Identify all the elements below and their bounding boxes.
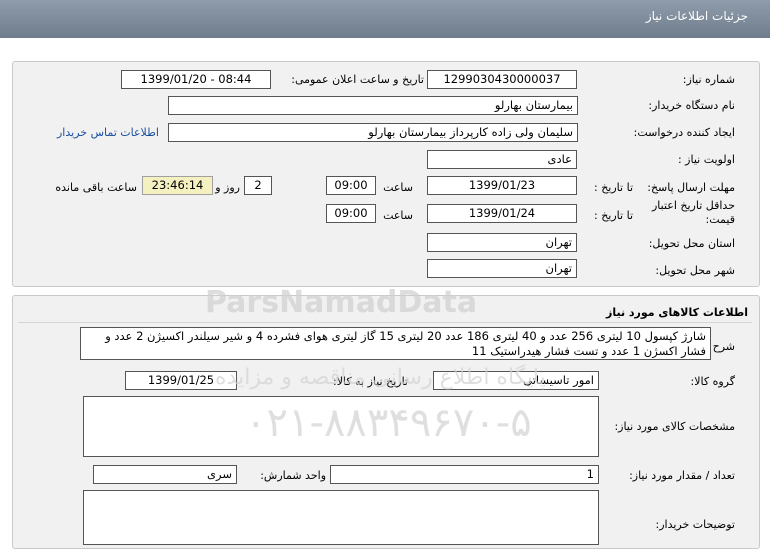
- need-date-label: تاریخ نیاز به کالا:: [333, 375, 408, 388]
- remaining-time-label: ساعت باقی مانده: [55, 181, 137, 194]
- deadline-date-field: 1399/01/23: [427, 176, 577, 195]
- validity-time-label: ساعت: [383, 209, 413, 222]
- announce-datetime-field: 1399/01/20 - 08:44: [121, 70, 271, 89]
- unit-field: سری: [93, 465, 237, 484]
- delivery-city-field: تهران: [427, 259, 577, 278]
- delivery-city-label: شهر محل تحویل:: [655, 264, 735, 277]
- need-number-label: شماره نیاز:: [682, 73, 735, 86]
- quantity-label: تعداد / مقدار مورد نیاز:: [629, 469, 735, 482]
- unit-label: واحد شمارش:: [260, 469, 326, 482]
- goods-group-label: گروه کالا:: [690, 375, 735, 388]
- quantity-field: 1: [330, 465, 599, 484]
- request-creator-label: ایجاد کننده درخواست:: [633, 126, 735, 139]
- validity-date-field: 1399/01/24: [427, 204, 577, 223]
- page-title: جزئیات اطلاعات نیاز: [645, 9, 748, 23]
- delivery-province-field: تهران: [427, 233, 577, 252]
- deadline-time-label: ساعت: [383, 181, 413, 194]
- buyer-org-field: بیمارستان بهارلو: [168, 96, 578, 115]
- deadline-to-date-label: تا تاریخ :: [594, 181, 633, 194]
- price-validity-label: حداقل تاریخ اعتبار قیمت:: [651, 199, 735, 226]
- need-info-panel: [12, 61, 760, 287]
- priority-field: عادی: [427, 150, 577, 169]
- goods-group-field: امور تاسیساتی: [433, 371, 599, 390]
- buyer-org-label: نام دستگاه خریدار:: [648, 99, 735, 112]
- section-divider: [18, 322, 752, 323]
- validity-time-field: 09:00: [326, 204, 376, 223]
- need-summary-field: شارژ کپسول 10 لیتری 256 عدد و 40 لیتری 1…: [80, 327, 711, 360]
- priority-label: اولویت نیاز :: [677, 153, 735, 166]
- buyer-notes-field: [83, 490, 599, 545]
- response-deadline-label: مهلت ارسال پاسخ:: [647, 181, 735, 194]
- goods-specs-label: مشخصات کالای مورد نیاز:: [614, 420, 735, 433]
- days-and-label: روز و: [215, 181, 240, 194]
- page-header: جزئیات اطلاعات نیاز: [0, 0, 770, 38]
- goods-section-title: اطلاعات کالاهای مورد نیاز: [606, 306, 748, 319]
- need-date-field: 1399/01/25: [125, 371, 237, 390]
- buyer-notes-label: توضیحات خریدار:: [655, 518, 736, 531]
- request-creator-field: سلیمان ولی زاده کارپرداز بیمارستان بهارل…: [168, 123, 578, 142]
- days-remaining-field: 2: [244, 176, 272, 195]
- delivery-province-label: استان محل تحویل:: [648, 237, 735, 250]
- buyer-contact-link[interactable]: اطلاعات تماس خریدار: [57, 126, 159, 139]
- remaining-time-field: 23:46:14: [142, 176, 213, 195]
- announce-datetime-label: تاریخ و ساعت اعلان عمومی:: [291, 73, 424, 86]
- goods-specs-field: [83, 396, 599, 457]
- deadline-time-field: 09:00: [326, 176, 376, 195]
- validity-to-date-label: تا تاریخ :: [594, 209, 633, 222]
- need-number-field: 1299030430000037: [427, 70, 577, 89]
